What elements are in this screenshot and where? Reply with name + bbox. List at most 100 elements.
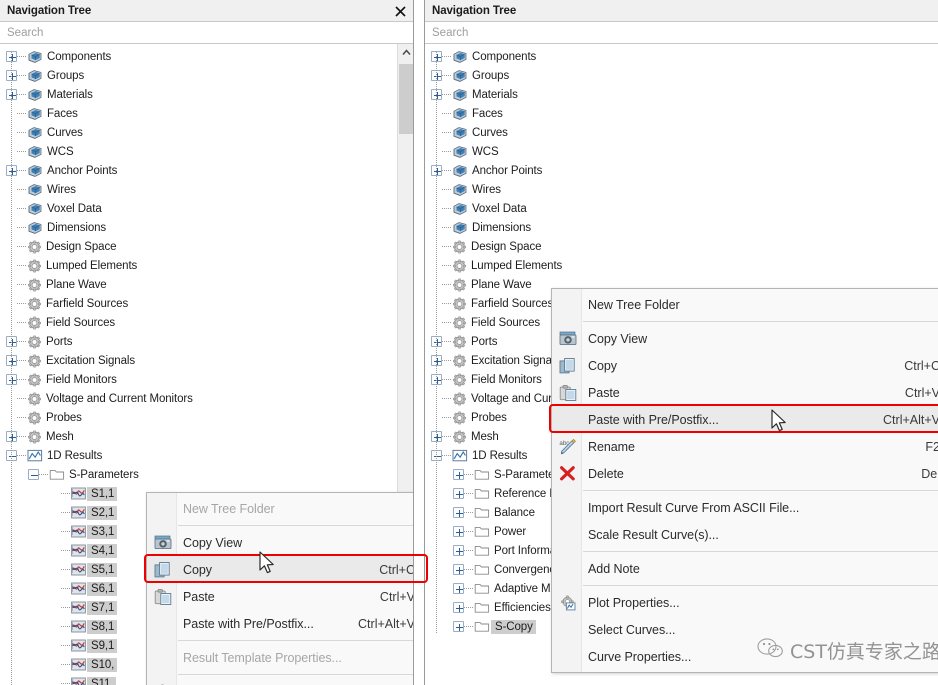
menu-item[interactable]: Paste with Pre/Postfix... Ctrl+Alt+V (147, 610, 413, 637)
tree-item[interactable]: Anchor Points (425, 161, 938, 180)
tree-item-label: Ports (471, 335, 498, 348)
tree-expander-plus[interactable] (453, 545, 464, 556)
gear-icon (452, 335, 467, 349)
menu-item[interactable]: Paste Ctrl+V (147, 583, 413, 610)
tree-item[interactable]: WCS (425, 142, 938, 161)
tree-expander-plus[interactable] (453, 488, 464, 499)
tree-item[interactable]: Field Sources (0, 313, 413, 332)
menu-item[interactable]: Copy Ctrl+C (147, 556, 413, 583)
menu-item[interactable]: Paste with Pre/Postfix... Ctrl+Alt+V (552, 406, 938, 433)
tree-expander-plus[interactable] (453, 526, 464, 537)
tree-item[interactable]: WCS (0, 142, 413, 161)
menu-item[interactable]: Copy Ctrl+C (552, 352, 938, 379)
tree-item[interactable]: Lumped Elements (0, 256, 413, 275)
tree-item-label: S3,1 (87, 524, 118, 539)
tree-expander-minus[interactable] (28, 469, 39, 480)
tree-item[interactable]: Wires (0, 180, 413, 199)
tree-item[interactable]: Ports (0, 332, 413, 351)
tree-item-label: Anchor Points (47, 164, 118, 177)
tree-item[interactable]: Farfield Sources (0, 294, 413, 313)
tree-connector (61, 645, 70, 646)
tree-item[interactable]: Design Space (425, 237, 938, 256)
curve-icon (71, 544, 86, 557)
tree-item[interactable]: S-Parameters (0, 465, 413, 484)
menu-item[interactable]: Plot Properties... (552, 589, 938, 616)
tree-item-label: S8,1 (87, 619, 118, 634)
tree-item[interactable]: Materials (425, 85, 938, 104)
tree-item[interactable]: Voxel Data (425, 199, 938, 218)
tree-item[interactable]: 1D Results (0, 446, 413, 465)
tree-connector (39, 474, 48, 475)
tree-item[interactable]: Faces (425, 104, 938, 123)
tree-item[interactable]: Excitation Signals (0, 351, 413, 370)
tree-item-label: WCS (472, 145, 499, 158)
tree-item[interactable]: Dimensions (425, 218, 938, 237)
search-input[interactable] (0, 22, 413, 43)
menu-item[interactable]: Delete Del (552, 460, 938, 487)
tree-item-label: Mesh (471, 430, 499, 443)
menu-item-label: Scale Result Curve(s)... (588, 527, 719, 542)
menu-separator (583, 321, 938, 322)
gear-icon (452, 297, 467, 311)
plot-properties-icon (559, 594, 577, 611)
menu-item[interactable]: Copy View (552, 325, 938, 352)
tree-expander-plus[interactable] (453, 564, 464, 575)
tree-item[interactable]: Curves (425, 123, 938, 142)
tree-item[interactable]: Dimensions (0, 218, 413, 237)
tree-item[interactable]: Lumped Elements (425, 256, 938, 275)
1d-results-icon (27, 449, 43, 462)
menu-item-label: Copy View (183, 535, 243, 550)
mouse-cursor (259, 551, 276, 581)
tree-expander-spacer (50, 564, 61, 575)
tree-item-label: Farfield Sources (471, 297, 554, 310)
tree-expander-plus[interactable] (453, 621, 464, 632)
gear-icon (27, 316, 42, 330)
tree-item[interactable]: Components (425, 47, 938, 66)
gear-icon (452, 430, 467, 444)
tree-item[interactable]: Mesh (0, 427, 413, 446)
menu-item-label: Select Curves... (588, 622, 676, 637)
tree-item[interactable]: Groups (425, 66, 938, 85)
tree-expander-plus[interactable] (453, 583, 464, 594)
tree-item[interactable]: Design Space (0, 237, 413, 256)
tree-item[interactable]: Anchor Points (0, 161, 413, 180)
tree-item-label: S1,1 (87, 486, 118, 501)
tree-item[interactable]: Wires (425, 180, 938, 199)
tree-item[interactable]: Voltage and Current Monitors (0, 389, 413, 408)
menu-item[interactable]: Import Result Curve From ASCII File... (552, 494, 938, 521)
menu-item[interactable]: Plot Properties... (147, 678, 413, 685)
menu-item[interactable]: Scale Result Curve(s)... (552, 521, 938, 548)
menu-item[interactable]: New Tree Folder (552, 291, 938, 318)
tree-expander-plus[interactable] (453, 507, 464, 518)
tree-item[interactable]: Materials (0, 85, 413, 104)
close-icon[interactable] (391, 2, 409, 20)
tree-item[interactable]: Field Monitors (0, 370, 413, 389)
menu-item[interactable]: Copy View (147, 529, 413, 556)
menu-item[interactable]: Add Note (552, 555, 938, 582)
tree-item-label: Power (494, 525, 527, 538)
tree-item[interactable]: Faces (0, 104, 413, 123)
chevron-up-icon[interactable] (398, 44, 413, 60)
copy-icon (559, 357, 577, 374)
tree-item[interactable]: Probes (0, 408, 413, 427)
tree-expander-plus[interactable] (453, 602, 464, 613)
scrollbar-thumb[interactable] (399, 64, 413, 134)
tree-expander-plus[interactable] (453, 469, 464, 480)
tree-connector (61, 550, 70, 551)
menu-item[interactable]: abc Rename F2 (552, 433, 938, 460)
tree-item[interactable]: Plane Wave (0, 275, 413, 294)
gear-icon (27, 259, 42, 273)
menu-item[interactable]: Paste Ctrl+V (552, 379, 938, 406)
tree-item[interactable]: Curves (0, 123, 413, 142)
search-input[interactable] (425, 22, 938, 43)
tree-connector (61, 683, 70, 684)
tree-item-label: Design Space (46, 240, 117, 253)
tree-connector (442, 75, 451, 76)
tree-item[interactable]: Voxel Data (0, 199, 413, 218)
menu-item-label: Paste with Pre/Postfix... (183, 616, 314, 631)
tree-connector (442, 398, 451, 399)
tree-item[interactable]: Groups (0, 66, 413, 85)
menu-item-label: Copy View (588, 331, 648, 346)
tree-item[interactable]: Components (0, 47, 413, 66)
menu-item-shortcut: Ctrl+Alt+V (883, 412, 938, 427)
